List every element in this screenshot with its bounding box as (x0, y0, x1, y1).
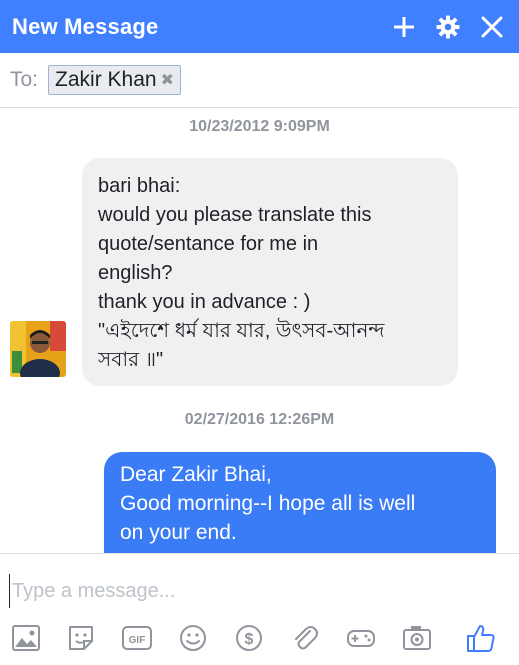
plus-icon[interactable] (389, 12, 419, 42)
message-line: সবার ॥" (98, 349, 164, 371)
recipient-name: Zakir Khan (55, 68, 157, 91)
outgoing-message-bubble: Dear Zakir Bhai, Good morning--I hope al… (104, 452, 496, 553)
recipient-row: To: Zakir Khan ✖ (0, 53, 519, 108)
close-icon[interactable] (477, 12, 507, 42)
message-line: quote/sentance for me in (98, 233, 319, 255)
timestamp: 02/27/2016 12:26PM (184, 411, 335, 428)
to-label: To: (10, 68, 39, 91)
message-line: would you please translate this (98, 204, 372, 226)
sticker-icon[interactable] (64, 621, 98, 655)
message-line: english? (98, 262, 173, 284)
message-line: "এইদেশে ধর্ম যার যার, উৎসব-আনন্দ (98, 320, 385, 342)
message-line: thank you in advance : ) (98, 291, 311, 313)
photo-icon[interactable] (9, 621, 43, 655)
incoming-message-bubble: bari bhai: would you please translate th… (82, 158, 458, 386)
like-icon[interactable] (464, 621, 498, 655)
composer: GIF $ (0, 553, 519, 665)
svg-text:$: $ (245, 631, 254, 648)
message-input[interactable] (9, 574, 489, 608)
remove-recipient-icon[interactable]: ✖ (161, 70, 174, 90)
attachment-icon[interactable] (288, 621, 322, 655)
timestamp: 10/23/2012 9:09PM (189, 118, 330, 135)
emoji-icon[interactable] (176, 621, 210, 655)
gif-icon[interactable]: GIF (120, 621, 154, 655)
message-line: Dear Zakir Bhai, (120, 463, 272, 486)
window-title: New Message (12, 13, 159, 39)
game-icon[interactable] (344, 621, 378, 655)
avatar[interactable] (10, 321, 66, 377)
camera-icon[interactable] (400, 621, 434, 655)
gear-icon[interactable] (433, 12, 463, 42)
message-line: on your end. (120, 521, 237, 544)
recipient-chip[interactable]: Zakir Khan ✖ (48, 65, 181, 95)
payment-icon[interactable]: $ (232, 621, 266, 655)
composer-toolbar: GIF $ (0, 618, 519, 658)
message-line: bari bhai: (98, 175, 181, 197)
message-thread[interactable]: 10/23/2012 9:09PM bari bhai: would you p… (0, 108, 519, 553)
svg-text:GIF: GIF (129, 635, 146, 646)
message-line: Good morning--I hope all is well (120, 492, 416, 515)
title-bar: New Message (0, 0, 519, 53)
